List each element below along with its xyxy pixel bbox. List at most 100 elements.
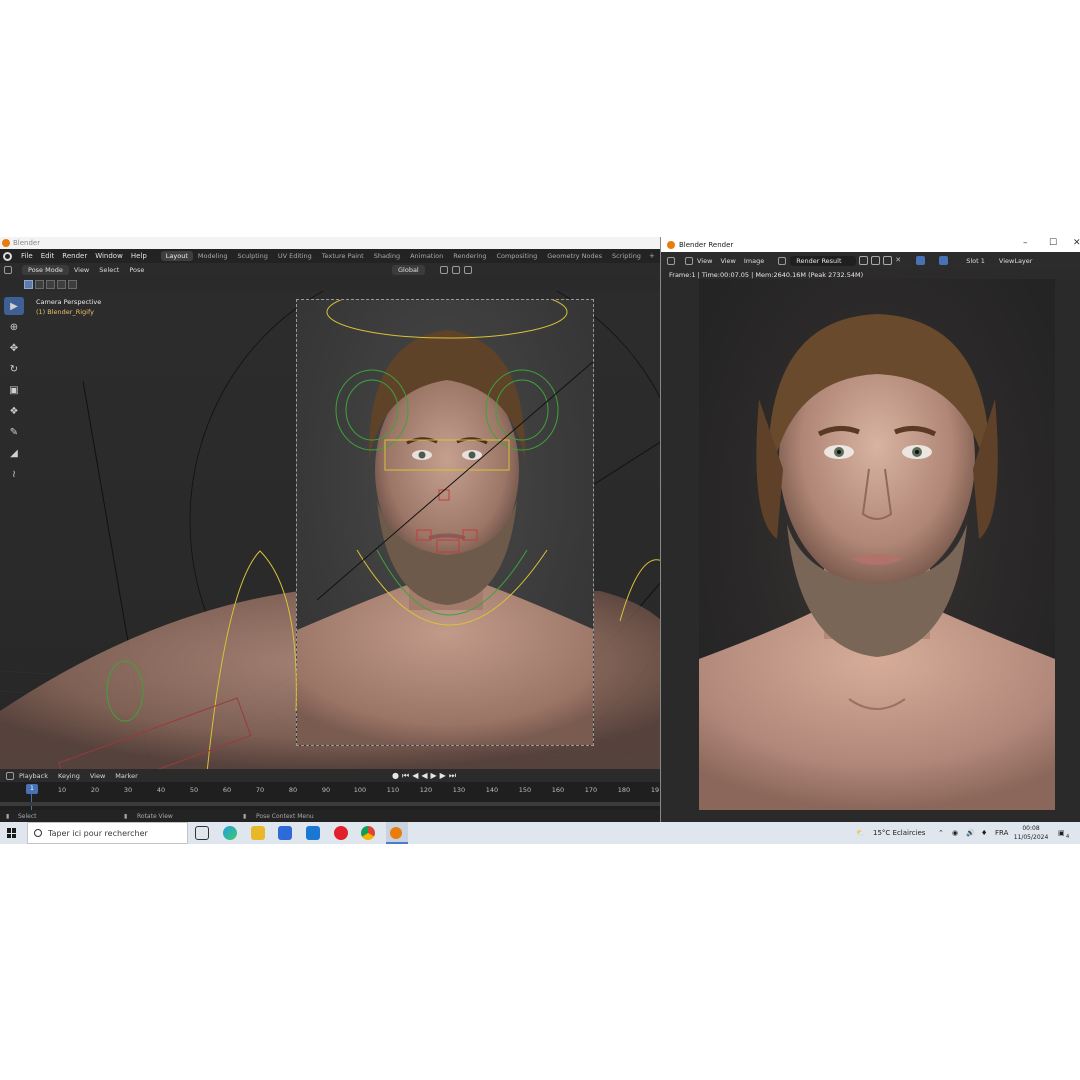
play-reverse-icon[interactable]: ◀ [421,771,427,781]
pose-menu[interactable]: Pose [124,266,149,274]
tab-shading[interactable]: Shading [369,251,405,261]
tab-texture-paint[interactable]: Texture Paint [317,251,369,261]
menu-window[interactable]: Window [91,252,127,260]
play-icon[interactable]: ▶ [431,771,437,781]
network-icon[interactable]: ◉ [952,822,958,844]
chrome-browser-icon[interactable] [361,826,375,840]
blender-render-logo-icon [667,240,675,249]
status-context-menu: Pose Context Menu [256,812,314,820]
duplicate-image-icon[interactable] [871,256,881,265]
select-extend-icon[interactable] [35,279,44,289]
pivot-icon[interactable] [440,266,448,274]
select-invert-icon[interactable] [57,279,66,289]
mouse-left-icon: ▮ [6,812,10,820]
blender-menubar: File Edit Render Window Help Layout Mode… [0,249,662,263]
menu-help[interactable]: Help [127,252,151,260]
task-view-icon[interactable] [195,826,209,840]
frame-tick: 90 [321,786,331,794]
select-new-icon[interactable] [24,279,33,289]
jump-start-icon[interactable]: ⏮ [402,771,409,781]
frame-tick: 130 [452,786,466,794]
volume-icon[interactable]: 🔊 [966,822,975,844]
select-menu[interactable]: Select [94,266,124,274]
image-browse-icon[interactable] [778,256,787,265]
keying-menu[interactable]: Keying [53,772,85,780]
view-layer-dropdown[interactable]: ViewLayer [995,257,1037,265]
taskbar-clock[interactable]: 00:08 11/05/2024 [1012,824,1050,842]
marker-menu[interactable]: Marker [110,772,142,780]
file-explorer-icon[interactable] [251,826,265,840]
taskbar-search-input[interactable]: Taper ici pour rechercher [27,822,188,844]
orientation-dropdown[interactable]: Global [392,265,425,275]
blender-main-window: Blender File Edit Render Window Help Lay… [0,237,662,822]
tab-rendering[interactable]: Rendering [448,251,491,261]
tab-sculpting[interactable]: Sculpting [232,251,272,261]
prev-keyframe-icon[interactable]: ◀ [412,771,418,781]
slot-dropdown[interactable]: Slot 1 [962,257,989,265]
notification-count: 4 [1066,834,1070,840]
tab-animation[interactable]: Animation [405,251,448,261]
render-image-menu[interactable]: Image [740,257,768,265]
clock-time: 00:08 [1022,825,1040,832]
opera-browser-icon[interactable] [334,826,348,840]
frame-tick: 100 [353,786,367,794]
timeline-view-menu[interactable]: View [85,772,110,780]
render-view-dropdown[interactable]: View [693,257,716,265]
weather-icon[interactable]: ⛅ [856,822,865,844]
blender-menu-logo-icon[interactable] [3,251,12,261]
language-indicator[interactable]: FRA [995,822,1008,844]
tab-compositing[interactable]: Compositing [491,251,542,261]
timeline[interactable]: 1 10 20 30 40 50 60 70 80 90 100 110 120… [0,782,662,810]
close-icon[interactable]: ✕ [1073,238,1080,248]
playback-menu[interactable]: Playback [14,772,53,780]
display-channels-icon[interactable] [916,256,926,265]
frame-tick: 60 [222,786,232,794]
view-menu[interactable]: View [69,266,94,274]
tab-geometry-nodes[interactable]: Geometry Nodes [542,251,607,261]
weather-text[interactable]: 15°C Eclaircies [873,822,925,844]
menu-render[interactable]: Render [58,252,91,260]
rendered-portrait [699,314,1055,810]
tab-modeling[interactable]: Modeling [193,251,233,261]
mail-icon[interactable] [306,826,320,840]
menu-file[interactable]: File [17,252,37,260]
render-view-menu[interactable]: View [716,257,739,265]
frame-tick: 170 [584,786,598,794]
tray-expand-icon[interactable]: ⌃ [938,822,944,844]
3d-viewport[interactable]: ▶ ⊕ ✥ ↻ ▣ ❖ ✎ ◢ ≀ Camera Perspective (1)… [0,291,662,769]
select-subtract-icon[interactable] [46,279,55,289]
tab-scripting[interactable]: Scripting [607,251,646,261]
menu-edit[interactable]: Edit [37,252,59,260]
add-workspace-button[interactable]: + [646,252,655,260]
frame-tick: 50 [189,786,199,794]
image-editor-type-icon[interactable] [667,256,675,265]
tab-layout[interactable]: Layout [160,251,193,261]
overlay-icon[interactable] [939,256,949,265]
maximize-icon[interactable]: ☐ [1049,238,1057,248]
edge-browser-icon[interactable] [223,826,237,840]
usb-icon[interactable]: ♦ [981,822,987,844]
record-icon[interactable]: ● [392,771,399,781]
minimize-icon[interactable]: – [1023,238,1028,248]
view-mode-icon[interactable] [685,256,693,265]
next-keyframe-icon[interactable]: ▶ [440,771,446,781]
render-titlebar: Blender Render – ☐ ✕ [661,237,1080,252]
select-intersect-icon[interactable] [68,279,77,289]
mode-dropdown[interactable]: Pose Mode [22,265,69,275]
tab-uv-editing[interactable]: UV Editing [273,251,317,261]
timeline-editor-icon[interactable] [6,771,14,780]
image-name-field[interactable]: Render Result [790,255,857,266]
snap-icon[interactable] [452,266,460,274]
render-canvas[interactable] [661,279,1080,822]
windows-start-icon[interactable] [7,828,17,838]
proportional-edit-icon[interactable] [464,266,472,274]
current-frame-indicator[interactable]: 1 [26,784,38,794]
notifications-icon[interactable]: ▣ [1058,822,1065,844]
fake-user-icon[interactable] [859,256,869,265]
timeline-scrollbar[interactable] [0,802,662,806]
open-image-icon[interactable] [883,256,893,265]
microsoft-store-icon[interactable] [278,826,292,840]
jump-end-icon[interactable]: ⏭ [449,771,456,781]
editor-type-icon[interactable] [4,266,12,274]
unlink-image-icon[interactable]: ✕ [895,256,904,265]
